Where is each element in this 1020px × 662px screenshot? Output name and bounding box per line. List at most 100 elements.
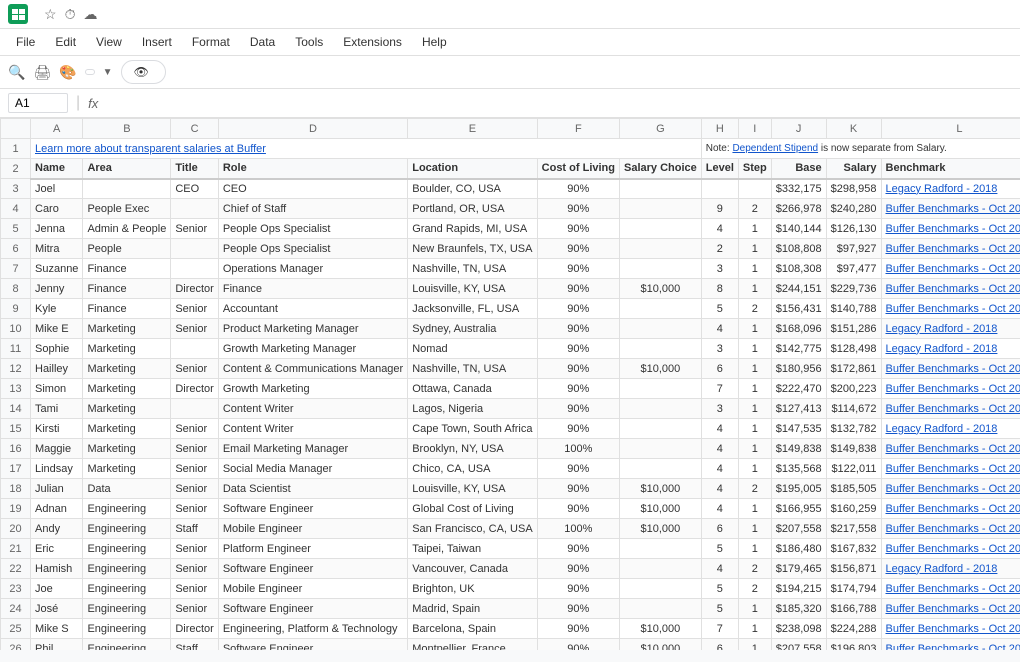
zoom-dropdown-icon[interactable]: ▼	[103, 67, 113, 78]
benchmark-link[interactable]: Buffer Benchmarks - Oct 2024	[886, 623, 1020, 635]
col-header-h[interactable]: H	[701, 119, 738, 139]
cloud-icon[interactable]: ☁	[83, 6, 97, 23]
benchmark-link[interactable]: Legacy Radford - 2018	[886, 183, 998, 195]
data-cell: 90%	[537, 399, 619, 419]
data-cell: Director	[171, 379, 219, 399]
data-cell: People Ops Specialist	[218, 239, 407, 259]
benchmark-link[interactable]: Legacy Radford - 2018	[886, 343, 998, 355]
data-cell: $10,000	[619, 279, 701, 299]
data-cell: Andy	[31, 519, 83, 539]
data-cell: 100%	[537, 519, 619, 539]
menu-tools[interactable]: Tools	[287, 31, 331, 53]
col-header-g[interactable]: G	[619, 119, 701, 139]
dependent-stipend-link[interactable]: Dependent Stipend	[732, 143, 818, 154]
header-cell: Location	[408, 159, 537, 179]
benchmark-link[interactable]: Legacy Radford - 2018	[886, 323, 998, 335]
benchmark-link[interactable]: Buffer Benchmarks - Oct 2024	[886, 443, 1020, 455]
col-header-j[interactable]: J	[771, 119, 826, 139]
data-cell: Engineering	[83, 639, 171, 651]
data-cell: 1	[738, 319, 771, 339]
data-cell: Buffer Benchmarks - Oct 2024	[881, 379, 1020, 399]
data-cell: Chief of Staff	[218, 199, 407, 219]
benchmark-link[interactable]: Buffer Benchmarks - Oct 2024	[886, 303, 1020, 315]
table-row: 16MaggieMarketingSeniorEmail Marketing M…	[1, 439, 1020, 459]
menu-format[interactable]: Format	[184, 31, 238, 53]
benchmark-link[interactable]: Buffer Benchmarks - Oct 2023	[886, 223, 1020, 235]
benchmark-link[interactable]: Buffer Benchmarks - Oct 2024	[886, 643, 1020, 651]
paint-icon[interactable]: 🎨	[59, 64, 76, 81]
data-cell: Data Scientist	[218, 479, 407, 499]
zoom-level[interactable]	[85, 69, 95, 75]
history-icon[interactable]: ⏱	[65, 6, 76, 23]
data-cell: $147,535	[771, 419, 826, 439]
data-cell: $122,011	[826, 459, 881, 479]
benchmark-link[interactable]: Buffer Benchmarks - Oct 2024	[886, 463, 1020, 475]
data-cell: Senior	[171, 299, 219, 319]
data-cell: 4	[701, 559, 738, 579]
col-header-i[interactable]: I	[738, 119, 771, 139]
row-number: 7	[1, 259, 31, 279]
benchmark-link[interactable]: Buffer Benchmarks - Oct 2024	[886, 263, 1020, 275]
data-cell: 8	[701, 279, 738, 299]
data-cell: Cape Town, South Africa	[408, 419, 537, 439]
row-number: 1	[1, 139, 31, 159]
data-cell: CEO	[218, 179, 407, 199]
data-cell: Software Engineer	[218, 559, 407, 579]
view-only-button[interactable]: 👁	[121, 60, 166, 84]
col-header-f[interactable]: F	[537, 119, 619, 139]
cell-reference-input[interactable]	[8, 93, 68, 113]
print-icon[interactable]: 🖨	[33, 64, 51, 81]
menu-view[interactable]: View	[88, 31, 130, 53]
col-header-l[interactable]: L	[881, 119, 1020, 139]
col-header-d[interactable]: D	[218, 119, 407, 139]
star-icon[interactable]: ☆	[44, 6, 57, 23]
data-cell: Nashville, TN, USA	[408, 259, 537, 279]
data-cell	[619, 219, 701, 239]
data-cell: Marketing	[83, 419, 171, 439]
col-header-c[interactable]: C	[171, 119, 219, 139]
data-cell	[619, 239, 701, 259]
spreadsheet-container[interactable]: A B C D E F G H I J K L 1 Learn more abou…	[0, 118, 1020, 650]
benchmark-link[interactable]: Buffer Benchmarks - Oct 2024	[886, 483, 1020, 495]
benchmark-link[interactable]: Buffer Benchmarks - Oct 2024	[886, 283, 1020, 295]
data-cell: Marketing	[83, 399, 171, 419]
data-cell: 90%	[537, 599, 619, 619]
benchmark-link[interactable]: Buffer Benchmarks - Oct 2024	[886, 383, 1020, 395]
benchmark-link[interactable]: Buffer Benchmarks - Oct 2024	[886, 583, 1020, 595]
menu-help[interactable]: Help	[414, 31, 455, 53]
benchmark-link[interactable]: Buffer Benchmarks - Oct 2024	[886, 503, 1020, 515]
col-header-e[interactable]: E	[408, 119, 537, 139]
benchmark-link[interactable]: Buffer Benchmarks - Oct 2024	[886, 523, 1020, 535]
benchmark-link[interactable]: Buffer Benchmarks - Oct 2024	[886, 363, 1020, 375]
table-row: 25Mike SEngineeringDirectorEngineering, …	[1, 619, 1020, 639]
data-cell: 90%	[537, 539, 619, 559]
benchmark-link[interactable]: Buffer Benchmarks - Oct 2024	[886, 603, 1020, 615]
data-cell: $180,956	[771, 359, 826, 379]
table-row: 18JulianDataSeniorData ScientistLouisvil…	[1, 479, 1020, 499]
table-row: 14TamiMarketingContent WriterLagos, Nige…	[1, 399, 1020, 419]
table-row: 1 Learn more about transparent salaries a…	[1, 139, 1020, 159]
col-header-b[interactable]: B	[83, 119, 171, 139]
benchmark-link[interactable]: Legacy Radford - 2018	[886, 563, 998, 575]
menu-data[interactable]: Data	[242, 31, 283, 53]
menu-file[interactable]: File	[8, 31, 43, 53]
transparent-salaries-link[interactable]: Learn more about transparent salaries at…	[35, 143, 266, 155]
benchmark-link[interactable]: Buffer Benchmarks - Oct 2023	[886, 243, 1020, 255]
benchmark-link[interactable]: Buffer Benchmarks - Oct 2024	[886, 403, 1020, 415]
data-cell: 1	[738, 619, 771, 639]
col-header-k[interactable]: K	[826, 119, 881, 139]
col-header-a[interactable]: A	[31, 119, 83, 139]
menu-edit[interactable]: Edit	[47, 31, 84, 53]
data-cell: Buffer Benchmarks - Oct 2024	[881, 519, 1020, 539]
menu-insert[interactable]: Insert	[134, 31, 180, 53]
benchmark-link[interactable]: Buffer Benchmarks - Oct 2024	[886, 203, 1020, 215]
data-cell: $114,672	[826, 399, 881, 419]
benchmark-link[interactable]: Legacy Radford - 2018	[886, 423, 998, 435]
data-cell: 4	[701, 419, 738, 439]
search-icon[interactable]: 🔍	[8, 64, 25, 81]
menu-extensions[interactable]: Extensions	[335, 31, 410, 53]
data-cell: $186,480	[771, 539, 826, 559]
data-cell: Email Marketing Manager	[218, 439, 407, 459]
benchmark-link[interactable]: Buffer Benchmarks - Oct 2024	[886, 543, 1020, 555]
data-cell: 1	[738, 439, 771, 459]
